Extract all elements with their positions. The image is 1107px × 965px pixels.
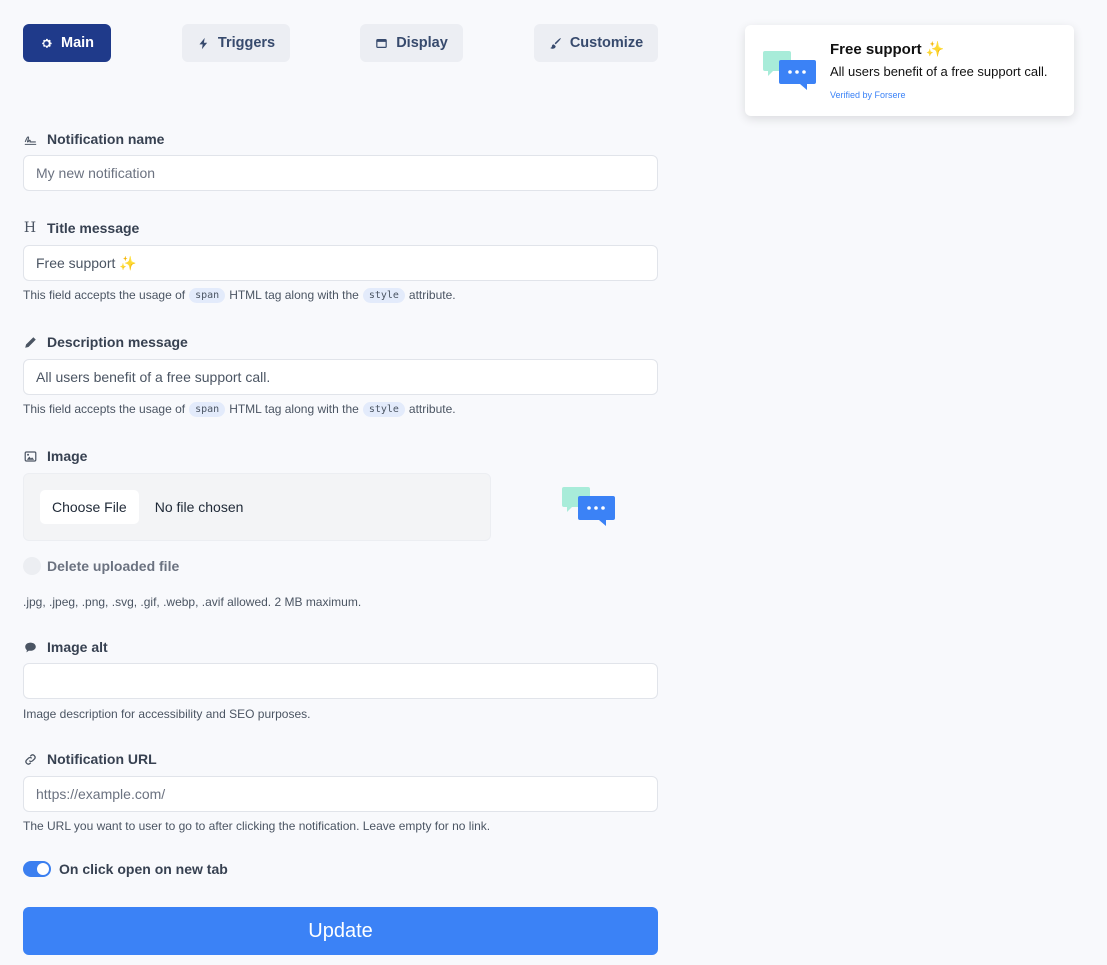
notification-name-label: Notification name (23, 129, 164, 149)
image-alt-help: Image description for accessibility and … (23, 707, 311, 721)
notification-url-help: The URL you want to user to go to after … (23, 819, 491, 833)
preview-description: All users benefit of a free support call… (830, 64, 1048, 79)
tab-customize[interactable]: Customize (534, 24, 658, 62)
heading-icon: H (23, 220, 37, 236)
file-upload: Choose File No file chosen (23, 473, 491, 541)
paintbrush-icon (550, 37, 561, 49)
notification-preview: Free support ✨ All users benefit of a fr… (745, 25, 1074, 116)
comment-icon (23, 640, 37, 654)
update-button[interactable]: Update (23, 907, 658, 955)
file-status: No file chosen (154, 499, 244, 515)
style-attr-code: style (362, 401, 405, 417)
description-message-input[interactable] (23, 359, 658, 395)
link-icon (23, 752, 37, 766)
pencil-icon (23, 335, 37, 349)
description-message-help: This field accepts the usage of span HTM… (23, 401, 456, 417)
new-tab-toggle-row: On click open on new tab (23, 861, 228, 877)
settings-form: Main Triggers Display Customize Notifica… (23, 24, 658, 955)
tab-display-label: Display (396, 35, 448, 51)
tab-bar: Main Triggers Display Customize (23, 24, 658, 62)
image-alt-input[interactable] (23, 663, 658, 699)
signature-icon (23, 132, 37, 146)
new-tab-toggle[interactable] (23, 861, 51, 877)
chat-bubbles-icon (562, 487, 615, 526)
tab-main-label: Main (60, 35, 95, 51)
delete-uploaded-file[interactable]: Delete uploaded file (23, 557, 179, 575)
title-message-help: This field accepts the usage of span HTM… (23, 287, 456, 303)
preview-verified-link[interactable]: Verified by Forsere (830, 90, 906, 100)
tab-main[interactable]: Main (23, 24, 111, 62)
image-label: Image (23, 446, 87, 466)
notification-url-input[interactable] (23, 776, 658, 812)
span-tag-code: span (189, 287, 226, 303)
toggle-knob (37, 863, 49, 875)
style-attr-code: style (362, 287, 405, 303)
image-alt-label: Image alt (23, 637, 108, 657)
window-icon (376, 38, 387, 48)
span-tag-code: span (189, 401, 226, 417)
delete-file-checkbox[interactable] (23, 557, 41, 575)
image-icon (23, 449, 37, 463)
title-message-input[interactable] (23, 245, 658, 281)
bolt-icon (199, 37, 208, 49)
tab-triggers-label: Triggers (217, 35, 276, 51)
preview-title: Free support ✨ (830, 41, 945, 58)
tab-customize-label: Customize (569, 35, 644, 51)
tab-display[interactable]: Display (360, 24, 463, 62)
notification-name-input[interactable] (23, 155, 658, 191)
choose-file-button[interactable]: Choose File (40, 490, 139, 524)
gear-icon (42, 38, 52, 48)
notification-url-label: Notification URL (23, 749, 157, 769)
title-message-label: H Title message (23, 220, 140, 236)
chat-bubbles-icon (763, 51, 816, 90)
description-message-label: Description message (23, 332, 188, 352)
tab-triggers[interactable]: Triggers (182, 24, 290, 62)
image-allowed-help: .jpg, .jpeg, .png, .svg, .gif, .webp, .a… (23, 595, 362, 609)
